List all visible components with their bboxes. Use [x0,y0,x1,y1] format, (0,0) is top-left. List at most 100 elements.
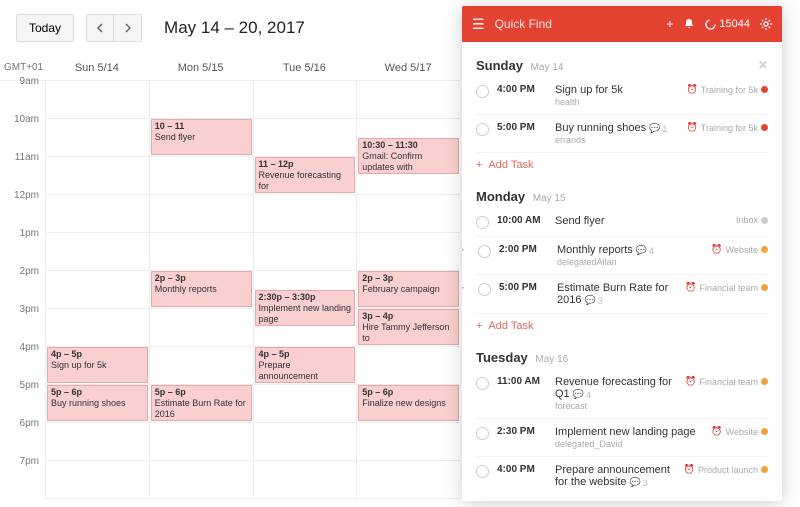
task-item[interactable]: 4:00 PM Sign up for 5khealth ⏰Training f… [476,77,768,115]
task-checkbox[interactable] [476,427,489,440]
prev-button[interactable] [86,14,114,42]
hour-label: 12pm [0,190,45,228]
task-item[interactable]: 5:00 PM Buy running shoes 💬1errands ⏰Tra… [476,115,768,153]
task-checkbox[interactable] [478,283,491,296]
next-button[interactable] [114,14,142,42]
task-checkbox[interactable] [476,85,489,98]
gear-icon[interactable] [760,18,772,30]
todoist-sidebar: ☰ Quick Find + 15044 Sunday May 14 ✕ 4:0… [462,6,782,501]
task-sub: forecast [555,401,677,411]
task-label: Financial team [699,283,758,293]
close-icon[interactable]: ✕ [758,58,768,72]
hour-label: 5pm [0,380,45,418]
calendar-body: 9am 10am 11am 12pm 1pm 2pm 3pm 4pm 5pm 6… [0,81,460,499]
task-time: 10:00 AM [497,215,547,226]
task-label: Training for 5k [701,85,758,95]
event-shoes[interactable]: 5p – 6pBuy running shoes [47,385,148,421]
bell-icon[interactable] [683,18,695,30]
add-task-button[interactable]: +Add Task [476,153,768,173]
task-item[interactable]: 4:00 PM Prepare announcement for the web… [476,457,768,495]
day-column-wed[interactable]: 10:30 – 11:30Gmail: Confirm updates with… [356,81,460,499]
task-label: Financial team [699,377,758,387]
alarm-icon: ⏰ [685,282,696,293]
project-dot [761,466,768,473]
quick-find[interactable]: Quick Find [495,17,657,31]
task-checkbox[interactable] [476,123,489,136]
task-title: Monthly reports [557,244,633,256]
menu-icon[interactable]: ☰ [472,16,485,33]
comment-badge: 💬3 [585,295,603,306]
day-heading: Sunday May 14 ✕ [476,50,768,77]
day-group-tuesday: Tuesday May 16 11:00 AM Revenue forecast… [476,342,768,495]
karma-score[interactable]: 15044 [705,18,750,30]
day-header[interactable]: Tue 5/16 [253,56,357,80]
hour-label: 2pm [0,266,45,304]
add-task-button[interactable]: +Add Task [476,314,768,334]
task-title: Implement new landing page [555,426,696,438]
day-header[interactable]: Mon 5/15 [149,56,253,80]
event-signup[interactable]: 4p – 5pSign up for 5k [47,347,148,383]
task-item[interactable]: 2:30 PM Implement new landing pagedelega… [476,419,768,457]
project-dot [761,246,768,253]
event-hire[interactable]: 3p – 4pHire Tammy Jefferson to [358,309,459,345]
project-dot [761,428,768,435]
today-button[interactable]: Today [16,14,74,42]
hour-label: 9am [0,76,45,114]
task-item[interactable]: 10:00 AM Send flyer Inbox [476,208,768,237]
day-column-tue[interactable]: 11 – 12pRevenue forecasting for 2:30p – … [253,81,357,499]
event-gmail[interactable]: 10:30 – 11:30Gmail: Confirm updates with [358,138,459,174]
day-group-sunday: Sunday May 14 ✕ 4:00 PM Sign up for 5khe… [476,50,768,173]
comment-badge: 💬3 [630,477,648,488]
event-burn[interactable]: 5p – 6pEstimate Burn Rate for 2016 [151,385,252,421]
day-header[interactable]: Sun 5/14 [45,56,149,80]
task-item[interactable]: ▸ 5:00 PM Estimate Burn Rate for 2016 💬3… [476,275,768,314]
days-grid: 4p – 5pSign up for 5k 5p – 6pBuy running… [45,81,460,499]
task-time: 4:00 PM [497,464,547,475]
event-landing[interactable]: 2:30p – 3:30pImplement new landing page [255,290,356,326]
day-heading: Tuesday May 16 [476,342,768,369]
calendar-header: Today May 14 – 20, 2017 [0,0,460,56]
task-item[interactable]: 11:00 AM Revenue forecasting for Q1 💬4fo… [476,369,768,419]
day-heading: Monday May 15 [476,181,768,208]
task-checkbox[interactable] [476,377,489,390]
task-time: 5:00 PM [497,122,547,133]
day-group-monday: Monday May 15 10:00 AM Send flyer Inbox … [476,181,768,334]
task-time: 2:00 PM [499,244,549,255]
task-checkbox[interactable] [478,245,491,258]
hour-label: 3pm [0,304,45,342]
task-time: 2:30 PM [497,426,547,437]
task-sub: errands [555,135,679,145]
task-item[interactable]: ▸ 2:00 PM Monthly reports 💬4delegatedAll… [476,237,768,275]
project-dot [761,284,768,291]
event-prepare[interactable]: 4p – 5pPrepare announcement [255,347,356,383]
hour-label: 11am [0,152,45,190]
task-title: Prepare announcement for the website [555,464,670,488]
chevron-right-icon[interactable]: ▸ [462,282,470,293]
date-range: May 14 – 20, 2017 [164,18,305,38]
event-feb[interactable]: 2p – 3pFebruary campaign [358,271,459,307]
task-label: Website [726,245,758,255]
topbar-icons: + 15044 [666,17,772,31]
hour-label: 4pm [0,342,45,380]
alarm-icon: ⏰ [711,244,722,255]
alarm-icon: ⏰ [687,84,698,95]
chevron-right-icon[interactable]: ▸ [462,244,470,255]
event-monthly[interactable]: 2p – 3pMonthly reports [151,271,252,307]
plus-icon[interactable]: + [666,17,673,31]
task-label: Training for 5k [701,123,758,133]
task-time: 5:00 PM [499,282,549,293]
day-column-sun[interactable]: 4p – 5pSign up for 5k 5p – 6pBuy running… [45,81,149,499]
calendar-view: Today May 14 – 20, 2017 GMT+01 Sun 5/14 … [0,0,460,507]
task-checkbox[interactable] [476,216,489,229]
event-revenue[interactable]: 11 – 12pRevenue forecasting for [255,157,356,193]
day-column-mon[interactable]: 10 – 11Send flyer 2p – 3pMonthly reports… [149,81,253,499]
sidebar-body: Sunday May 14 ✕ 4:00 PM Sign up for 5khe… [462,42,782,501]
project-dot [761,86,768,93]
day-headers: GMT+01 Sun 5/14 Mon 5/15 Tue 5/16 Wed 5/… [0,56,460,81]
event-finalize[interactable]: 5p – 6pFinalize new designs [358,385,459,421]
task-sub: delegated_David [555,439,703,449]
event-send-flyer[interactable]: 10 – 11Send flyer [151,119,252,155]
task-checkbox[interactable] [476,465,489,478]
day-header[interactable]: Wed 5/17 [356,56,460,80]
plus-icon: + [476,320,482,332]
